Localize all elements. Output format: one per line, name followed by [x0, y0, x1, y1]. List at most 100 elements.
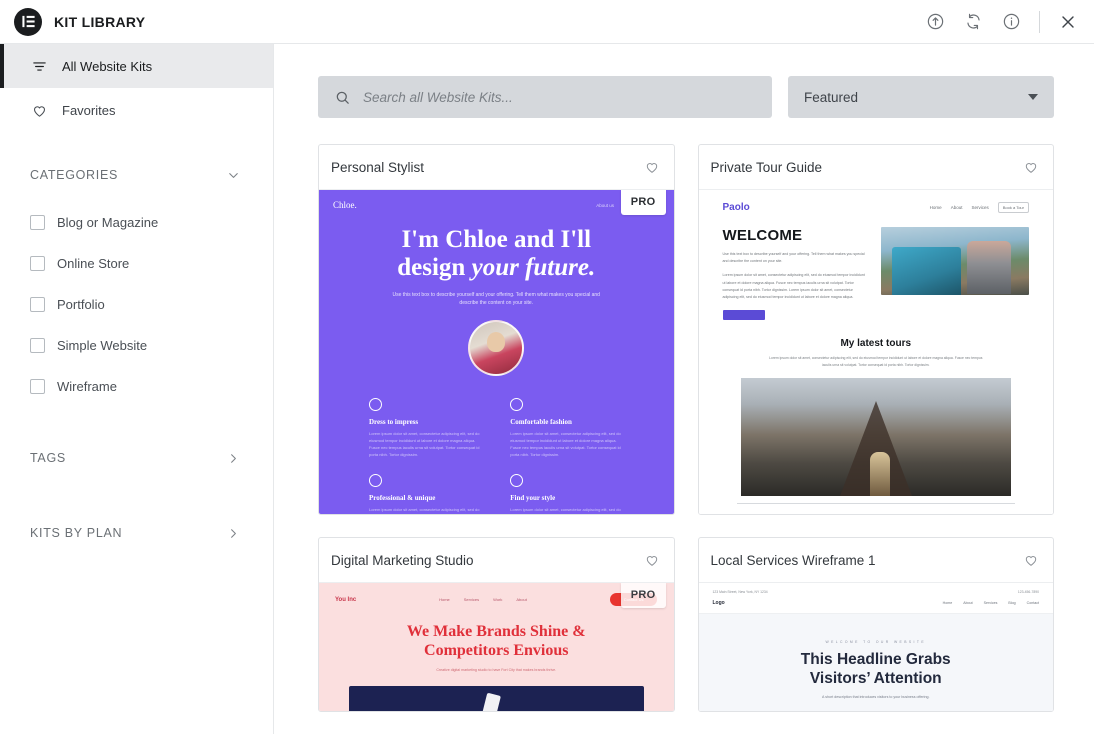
preview-hero: I'm Chloe and I'll design your future. U…: [319, 226, 674, 376]
preview-section-image: [740, 377, 1011, 496]
sidebar-section-tags: TAGS: [0, 441, 273, 475]
kits-by-plan-title: KITS BY PLAN: [30, 526, 123, 540]
nav-link: Work: [493, 597, 503, 602]
category-label: Blog or Magazine: [57, 215, 159, 230]
card-header: Digital Marketing Studio: [319, 538, 674, 583]
preview-paragraph: Lorem ipsum dolor sit amet, consectetur …: [722, 273, 865, 299]
category-label: Simple Website: [57, 338, 148, 353]
sidebar-item-favorites[interactable]: Favorites: [0, 88, 273, 132]
upload-icon[interactable]: [925, 12, 945, 32]
preview-hero: WELCOME TO OUR WEBSITE This Headline Gra…: [698, 614, 1054, 711]
preview-nav-links: Home About Services Blog Contact: [943, 601, 1039, 605]
feature-body: Lorem ipsum dolor sit amet, consectetur …: [510, 430, 621, 457]
favorite-heart-icon[interactable]: [644, 159, 660, 175]
checkbox[interactable]: [30, 379, 45, 394]
close-icon[interactable]: [1058, 12, 1078, 32]
nav-link: Services: [463, 597, 480, 602]
nav-link: About: [950, 205, 963, 210]
category-wireframe[interactable]: Wireframe: [0, 366, 273, 407]
feature-item: Professional & unique Lorem ipsum dolor …: [369, 473, 482, 514]
category-label: Portfolio: [57, 297, 105, 312]
category-label: Online Store: [57, 256, 130, 271]
favorite-heart-icon[interactable]: [1023, 552, 1039, 568]
preview-subtext: A short description that introduces visi…: [822, 695, 930, 700]
preview-logo: Logo: [712, 600, 725, 606]
kit-card-private-tour-guide[interactable]: Private Tour Guide Paolo Home About Serv…: [697, 144, 1054, 515]
feature-item: Comfortable fashion Lorem ipsum dolor si…: [510, 397, 623, 458]
category-portfolio[interactable]: Portfolio: [0, 284, 273, 325]
sidebar-item-all-website-kits[interactable]: All Website Kits: [0, 44, 273, 88]
search-box[interactable]: [318, 76, 772, 118]
favorite-heart-icon[interactable]: [644, 552, 660, 568]
circle-icon: [369, 473, 382, 487]
tags-title: TAGS: [30, 451, 66, 465]
info-icon[interactable]: [1001, 12, 1021, 32]
preview-heading: WELCOME: [722, 227, 803, 244]
top-bar: KIT LIBRARY: [0, 0, 1094, 44]
preview-heading: We Make Brands Shine & Competitors Envio…: [335, 622, 658, 660]
nav-link: Home: [929, 205, 942, 210]
content-toolbar: Featured: [318, 76, 1054, 118]
preview-address: 123 Main Street, New York, NY 1234: [712, 590, 768, 594]
circle-icon: [510, 397, 524, 411]
feature-body: Lorem ipsum dolor sit amet, consectetur …: [510, 506, 621, 515]
heading-line-2: Visitors’ Attention: [809, 669, 942, 687]
checkbox[interactable]: [30, 256, 45, 271]
preview-section: My latest tours Lorem ipsum dolor sit am…: [723, 338, 1030, 369]
kit-preview: PRO Chloe. About us Demo Contact: [319, 190, 674, 514]
kit-card-local-services-wireframe-1[interactable]: Local Services Wireframe 1 123 Main Stre…: [697, 537, 1054, 712]
checkbox[interactable]: [30, 338, 45, 353]
preview-heading: This Headline Grabs Visitors’ Attention: [699, 651, 1054, 688]
category-blog-or-magazine[interactable]: Blog or Magazine: [0, 202, 273, 243]
kit-grid: Personal Stylist PRO Chloe. About us I'm…: [318, 144, 1054, 712]
heading-emphasis: your future.: [471, 254, 596, 282]
feature-title: Find your style: [510, 493, 556, 502]
nav-link: About: [963, 601, 973, 605]
tags-header[interactable]: TAGS: [0, 441, 273, 475]
preview-nav: Logo Home About Services Blog Contact: [698, 594, 1053, 614]
category-online-store[interactable]: Online Store: [0, 243, 273, 284]
checkbox[interactable]: [30, 215, 45, 230]
sort-dropdown[interactable]: Featured: [788, 76, 1054, 118]
preview-phone: 123-456-7890: [1017, 590, 1039, 594]
category-simple-website[interactable]: Simple Website: [0, 325, 273, 366]
kit-card-digital-marketing-studio[interactable]: Digital Marketing Studio PRO You Inc Hom…: [318, 537, 675, 712]
kit-title: Personal Stylist: [331, 159, 425, 175]
filter-lines-icon: [30, 57, 48, 75]
sync-icon[interactable]: [963, 12, 983, 32]
sort-value: Featured: [804, 89, 859, 105]
preview-features: Dress to impress Lorem ipsum dolor sit a…: [319, 376, 674, 515]
preview-nav-links: Home About Services Book a Tour: [930, 202, 1029, 213]
preview-section-paragraph: Lorem ipsum dolor sit amet, consectetur …: [769, 356, 983, 367]
nav-link: Services: [983, 601, 998, 605]
preview-hero-text: WELCOME Use this text box to describe yo…: [722, 227, 867, 321]
checkbox[interactable]: [30, 297, 45, 312]
nav-link: Contact: [1026, 601, 1039, 605]
categories-title: CATEGORIES: [30, 168, 119, 182]
preview-heading: I'm Chloe and I'll design your future.: [349, 226, 644, 283]
sidebar-section-kits-by-plan: KITS BY PLAN: [0, 516, 273, 550]
kit-card-personal-stylist[interactable]: Personal Stylist PRO Chloe. About us I'm…: [318, 144, 675, 515]
elementor-logo-icon: [14, 7, 42, 36]
preview-section-heading: My latest tours: [840, 338, 912, 350]
kit-title: Digital Marketing Studio: [331, 552, 474, 568]
preview-logo: Chloe.: [333, 200, 357, 210]
preview-logo: Paolo: [722, 202, 750, 213]
heading-line-2: design: [397, 254, 472, 282]
preview-cta-button: [722, 310, 765, 321]
feature-body: Lorem ipsum dolor sit amet, consectetur …: [369, 430, 480, 457]
preview-panel-image: [349, 686, 644, 711]
favorite-heart-icon[interactable]: [1023, 159, 1039, 175]
categories-header[interactable]: CATEGORIES: [0, 158, 273, 192]
toolbar-divider: [1039, 10, 1040, 33]
circle-icon: [369, 397, 382, 411]
search-input[interactable]: [363, 89, 756, 105]
preview-nav-links: Home Services Work About: [439, 597, 527, 602]
preview-divider: [736, 502, 1015, 504]
window-body: All Website Kits Favorites CATEGORIES Bl…: [0, 44, 1094, 734]
kit-title: Local Services Wireframe 1: [710, 552, 876, 568]
kits-by-plan-header[interactable]: KITS BY PLAN: [0, 516, 273, 550]
nav-link: Blog: [1008, 601, 1016, 605]
sidebar-item-label: Favorites: [62, 102, 116, 118]
heading-line-1: I'm Chloe and I'll: [401, 226, 592, 253]
